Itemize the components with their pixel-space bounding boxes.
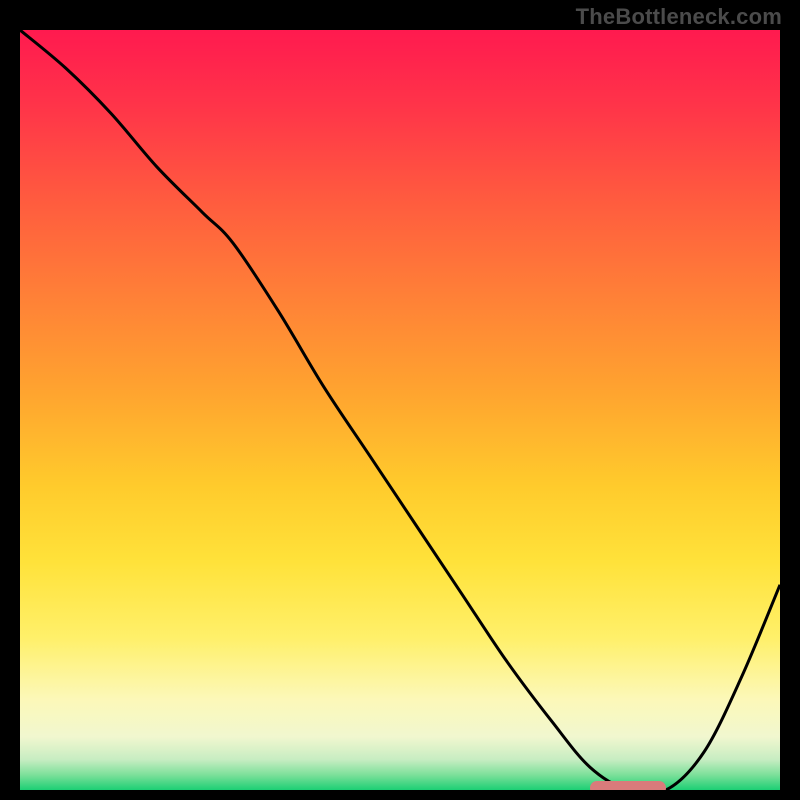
bottleneck-chart (20, 30, 780, 790)
chart-container (20, 30, 780, 790)
optimal-marker (590, 781, 666, 790)
attribution-text: TheBottleneck.com (576, 4, 782, 30)
gradient-background (20, 30, 780, 790)
